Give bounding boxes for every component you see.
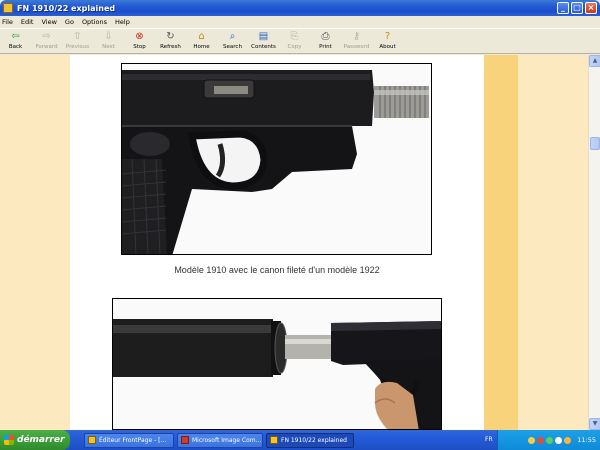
network-icon[interactable] <box>528 436 536 444</box>
task-label: FN 1910/22 explained <box>281 436 347 444</box>
toolbar-button-label: Print <box>319 44 332 50</box>
stop-button[interactable]: ⊗ Stop <box>124 29 155 50</box>
help-file-icon <box>270 436 278 444</box>
vertical-scrollbar[interactable]: ▲ ▼ <box>588 55 600 430</box>
left-margin <box>0 55 70 430</box>
print-button[interactable]: ⎙ Print <box>310 29 341 50</box>
back-arrow-icon: ⇦ <box>11 31 20 42</box>
frontpage-icon <box>88 436 96 444</box>
contents-button[interactable]: ▤ Contents <box>248 29 279 50</box>
task-label: Éditeur FrontPage - [... <box>99 436 167 444</box>
contents-icon: ▤ <box>258 31 269 42</box>
start-label: démarrer <box>17 435 65 445</box>
refresh-icon: ↻ <box>166 31 175 42</box>
search-button[interactable]: ⌕ Search <box>217 29 248 50</box>
update-icon[interactable] <box>546 436 554 444</box>
scroll-thumb[interactable] <box>590 137 600 150</box>
toolbar-button-label: Password <box>343 44 370 50</box>
taskbar-item-frontpage[interactable]: Éditeur FrontPage - [... <box>84 432 174 448</box>
previous-icon: ⇧ <box>73 31 82 42</box>
home-icon: ⌂ <box>198 31 205 42</box>
menu-bar: File Edit View Go Options Help <box>0 16 600 27</box>
forward-arrow-icon: ⇨ <box>42 31 51 42</box>
refresh-button[interactable]: ↻ Refresh <box>155 29 186 50</box>
antivirus-icon[interactable] <box>537 436 545 444</box>
taskbar-item-image-composer[interactable]: Microsoft Image Com... <box>177 432 263 448</box>
title-bar: FN 1910/22 explained _ □ × <box>0 0 600 16</box>
clock: 11:55 <box>577 436 596 444</box>
toolbar-button-label: Copy <box>287 44 302 50</box>
close-button[interactable]: × <box>585 2 597 14</box>
next-button[interactable]: ⇩ Next <box>93 29 124 50</box>
task-label: Microsoft Image Com... <box>192 436 262 444</box>
menu-options[interactable]: Options <box>82 18 107 26</box>
app-icon <box>3 3 13 13</box>
window-controls: _ □ × <box>557 2 597 14</box>
toolbar-button-label: Back <box>8 44 23 50</box>
toolbar-button-label: Forward <box>35 44 58 50</box>
toolbar-button-label: Contents <box>251 44 276 50</box>
menu-file[interactable]: File <box>2 18 13 26</box>
help-content-pane: Modèle 1910 avec le canon fileté d'un mo… <box>0 55 588 430</box>
next-icon: ⇩ <box>104 31 113 42</box>
toolbar-button-label: Next <box>102 44 115 50</box>
password-key-icon: ⚷ <box>352 31 361 42</box>
page-body: Modèle 1910 avec le canon fileté d'un mo… <box>70 55 484 430</box>
menu-view[interactable]: View <box>41 18 56 26</box>
volume-icon[interactable] <box>555 436 563 444</box>
language-indicator[interactable]: FR <box>485 436 493 443</box>
start-button[interactable]: démarrer <box>0 430 70 450</box>
suppressor-photo <box>112 298 442 430</box>
toolbar: ⇦ Back ⇨ Forward ⇧ Previous ⇩ Next ⊗ Stop ↻ Refresh… <box>0 28 600 54</box>
about-icon: ? <box>384 31 391 42</box>
copy-button[interactable]: ⎘ Copy <box>279 29 310 50</box>
window-title: FN 1910/22 explained <box>17 3 116 13</box>
about-button[interactable]: ? About <box>372 29 403 50</box>
messenger-icon[interactable] <box>564 436 572 444</box>
windows-logo-icon <box>4 435 14 445</box>
toolbar-button-label: Home <box>193 44 210 50</box>
menu-edit[interactable]: Edit <box>21 18 34 26</box>
toolbar-button-label: About <box>379 44 396 50</box>
stop-icon: ⊗ <box>135 31 144 42</box>
right-margin <box>518 55 588 430</box>
right-accent-strip <box>484 55 518 430</box>
previous-button[interactable]: ⇧ Previous <box>62 29 93 50</box>
forward-button[interactable]: ⇨ Forward <box>31 29 62 50</box>
image-composer-icon <box>181 436 189 444</box>
print-icon: ⎙ <box>321 31 330 42</box>
minimize-button[interactable]: _ <box>557 2 569 14</box>
toolbar-button-label: Previous <box>65 44 90 50</box>
menu-go[interactable]: Go <box>65 18 74 26</box>
taskbar: démarrer Éditeur FrontPage - [... Micros… <box>0 430 600 450</box>
back-button[interactable]: ⇦ Back <box>0 29 31 50</box>
pistol-threaded-barrel-photo <box>121 63 432 255</box>
copy-icon: ⎘ <box>290 31 299 42</box>
maximize-button[interactable]: □ <box>571 2 583 14</box>
home-button[interactable]: ⌂ Home <box>186 29 217 50</box>
toolbar-button-label: Search <box>223 44 242 50</box>
toolbar-button-label: Stop <box>133 44 146 50</box>
photo-caption: Modèle 1910 avec le canon fileté d'un mo… <box>174 265 380 275</box>
scroll-down-button[interactable]: ▼ <box>589 418 600 430</box>
taskbar-item-help-window[interactable]: FN 1910/22 explained <box>266 432 354 448</box>
toolbar-button-label: Refresh <box>160 44 181 50</box>
scroll-up-button[interactable]: ▲ <box>589 55 600 67</box>
password-button[interactable]: ⚷ Password <box>341 29 372 50</box>
menu-help[interactable]: Help <box>115 18 130 26</box>
search-icon: ⌕ <box>229 31 236 42</box>
system-tray: FR 11:55 <box>485 430 600 450</box>
